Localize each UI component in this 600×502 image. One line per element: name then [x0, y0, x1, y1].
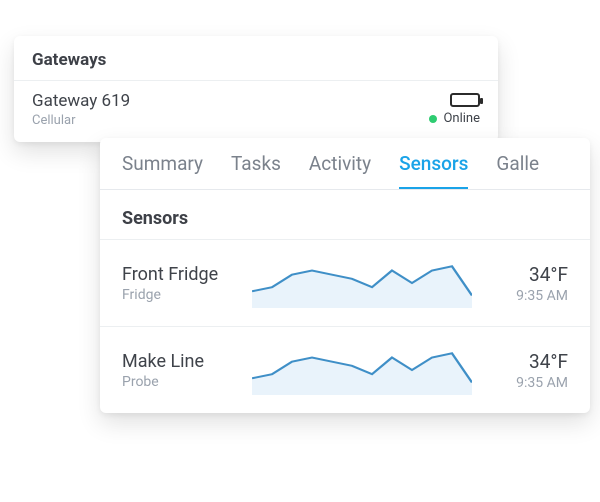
sensor-row[interactable]: Make Line Probe 34°F 9:35 AM: [100, 326, 590, 413]
tab-gallery[interactable]: Galle: [496, 152, 539, 189]
gateways-section-title: Gateways: [14, 36, 498, 80]
sensor-type: Fridge: [122, 287, 242, 303]
sensor-type: Probe: [122, 374, 242, 390]
sensor-timestamp: 9:35 AM: [482, 288, 568, 304]
tab-tasks[interactable]: Tasks: [231, 152, 281, 189]
sensor-name: Front Fridge: [122, 264, 242, 285]
sensor-row[interactable]: Front Fridge Fridge 34°F 9:35 AM: [100, 239, 590, 326]
sensors-card: Summary Tasks Activity Sensors Galle Sen…: [100, 138, 590, 413]
status-badge: Online: [429, 111, 480, 126]
sensor-value: 34°F: [482, 350, 568, 373]
gateways-card: Gateways Gateway 619 Cellular Online: [14, 36, 498, 142]
sensor-left: Front Fridge Fridge: [122, 264, 242, 303]
sensor-timestamp: 9:35 AM: [482, 375, 568, 391]
sensor-sparkline: [252, 258, 472, 308]
status-dot-icon: [429, 115, 437, 123]
sensor-left: Make Line Probe: [122, 351, 242, 390]
status-label: Online: [443, 111, 480, 126]
sensors-section-title: Sensors: [100, 190, 590, 239]
tab-summary[interactable]: Summary: [122, 152, 203, 189]
gateway-row-right: Online: [429, 93, 480, 126]
sensor-value: 34°F: [482, 263, 568, 286]
gateway-row[interactable]: Gateway 619 Cellular Online: [14, 80, 498, 142]
tab-activity[interactable]: Activity: [309, 152, 371, 189]
battery-icon: [450, 93, 480, 107]
sensor-right: 34°F 9:35 AM: [482, 263, 568, 304]
gateway-row-left: Gateway 619 Cellular: [32, 91, 130, 128]
gateway-name: Gateway 619: [32, 91, 130, 111]
tab-sensors[interactable]: Sensors: [399, 152, 468, 190]
sensor-sparkline: [252, 345, 472, 395]
tabs: Summary Tasks Activity Sensors Galle: [100, 138, 590, 190]
sensor-right: 34°F 9:35 AM: [482, 350, 568, 391]
sensor-name: Make Line: [122, 351, 242, 372]
gateway-connection-type: Cellular: [32, 113, 130, 128]
